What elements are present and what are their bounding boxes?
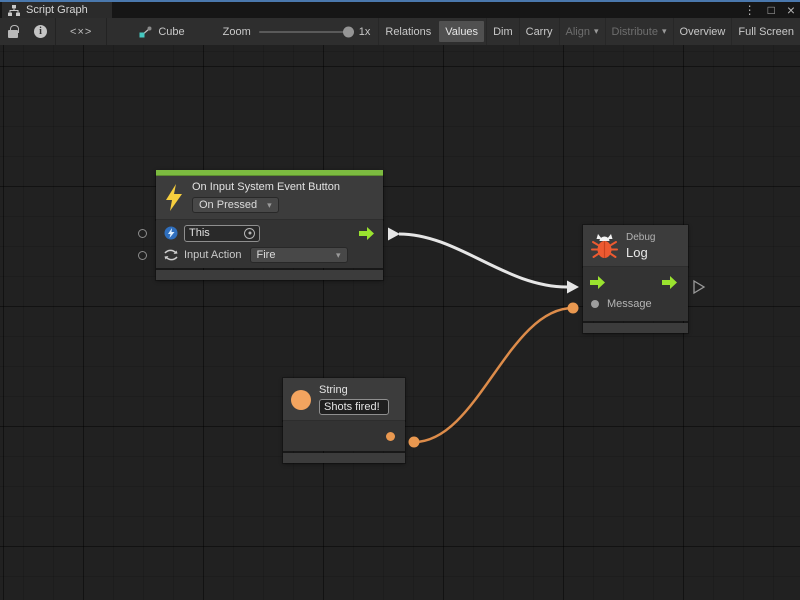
flow-output-port[interactable] [359,227,375,240]
event-mode-dropdown[interactable]: On Pressed ▾ [192,197,279,213]
string-value-input[interactable] [319,399,389,415]
chevron-down-icon: ▾ [662,27,667,36]
this-port-row: This [156,222,383,244]
string-output-port[interactable] [386,432,395,441]
graph-owner-button[interactable]: Cube [131,18,192,45]
event-node-body: This Input Action Fire ▾ [156,220,383,268]
zoom-label: Zoom [223,26,251,38]
event-node-title: On Input System Event Button [192,181,340,193]
graph-icon [8,5,20,16]
node-string-literal[interactable]: String [283,378,405,463]
bug-icon [591,233,618,259]
node-debug-log[interactable]: Debug Log Message [583,225,688,333]
overview-button[interactable]: Overview [673,18,732,45]
info-icon: i [34,25,47,38]
flow-output-port[interactable] [662,276,678,289]
object-picker-icon[interactable] [244,228,255,239]
log-node-footer [583,323,688,333]
log-node-header[interactable]: Debug Log [583,225,688,267]
log-message-row: Message [583,293,688,315]
value-connection-start-dot[interactable] [409,437,420,448]
message-label: Message [607,298,652,310]
unconnected-flow-arrow[interactable] [694,281,704,293]
value-connection-wire[interactable] [414,308,573,442]
align-button[interactable]: Align ▾ [559,18,605,45]
maximize-icon[interactable]: □ [768,4,775,16]
lock-button[interactable] [0,18,26,45]
this-value: This [189,227,210,239]
zoom-slider[interactable] [259,31,351,33]
input-action-value: Fire [257,249,276,261]
script-machine-icon [139,26,152,38]
string-node-title: String [319,384,348,396]
string-type-icon [291,390,311,410]
dim-button[interactable]: Dim [486,18,519,45]
window-controls: ⋮ □ × [744,2,795,18]
code-preview-button[interactable]: <×> [56,18,106,45]
values-button[interactable]: Values [439,21,484,42]
chevron-down-icon: ▾ [267,201,272,210]
input-action-label: Input Action [184,249,242,261]
input-action-input-port-ring[interactable] [138,251,147,260]
window-menu-icon[interactable]: ⋮ [744,4,756,16]
log-node-title: Log [626,245,655,260]
titlebar: Script Graph ⋮ □ × [0,2,800,18]
close-icon[interactable]: × [787,3,795,17]
lock-icon [8,30,18,38]
align-label: Align [566,26,590,38]
value-connection-end-dot[interactable] [568,303,579,314]
log-node-body: Message [583,267,688,321]
input-action-port-row: Input Action Fire ▾ [156,244,383,266]
flow-input-port[interactable] [590,276,606,289]
zoom-control: Zoom 1x [215,18,379,45]
distribute-label: Distribute [612,26,658,38]
this-object-field[interactable]: This [184,225,260,242]
graph-owner-label: Cube [158,26,184,38]
relations-button[interactable]: Relations [378,18,437,45]
message-input-port[interactable] [591,300,599,308]
graph-canvas[interactable]: On Input System Event Button On Pressed … [0,45,800,600]
chevron-down-icon: ▾ [336,251,341,260]
event-node-footer [156,270,383,280]
flow-connection-end-arrow [567,281,579,294]
string-node-header[interactable]: String [283,378,405,421]
log-node-category: Debug [626,232,655,243]
tab-script-graph[interactable]: Script Graph [2,2,112,18]
graph-toolbar: i <×> Cube Zoom 1x Relations Values Dim … [0,18,800,45]
distribute-button[interactable]: Distribute ▾ [605,18,673,45]
carry-button[interactable]: Carry [519,18,559,45]
log-flow-row [583,271,688,293]
input-action-icon [164,249,178,261]
tab-label: Script Graph [26,4,88,16]
zoom-slider-handle[interactable] [343,26,354,37]
toolbar-separator [106,18,107,45]
string-node-footer [283,453,405,463]
flow-connection-start-arrow[interactable] [388,228,400,241]
zoom-value: 1x [359,26,371,38]
this-input-port-ring[interactable] [138,229,147,238]
toolbar-right-group: Relations Values Dim Carry Align ▾ Distr… [378,18,800,45]
inspect-button[interactable]: i [26,18,55,45]
chevron-down-icon: ▾ [594,27,599,36]
event-mode-value: On Pressed [199,199,257,211]
node-on-input-system-event-button[interactable]: On Input System Event Button On Pressed … [156,170,383,280]
fullscreen-button[interactable]: Full Screen [731,18,800,45]
flow-connection-wire[interactable] [399,234,567,287]
input-action-dropdown[interactable]: Fire ▾ [250,247,348,263]
string-node-body [283,421,405,451]
event-node-header[interactable]: On Input System Event Button On Pressed … [156,176,383,220]
gameobject-icon [164,226,178,240]
lightning-icon [164,184,184,211]
